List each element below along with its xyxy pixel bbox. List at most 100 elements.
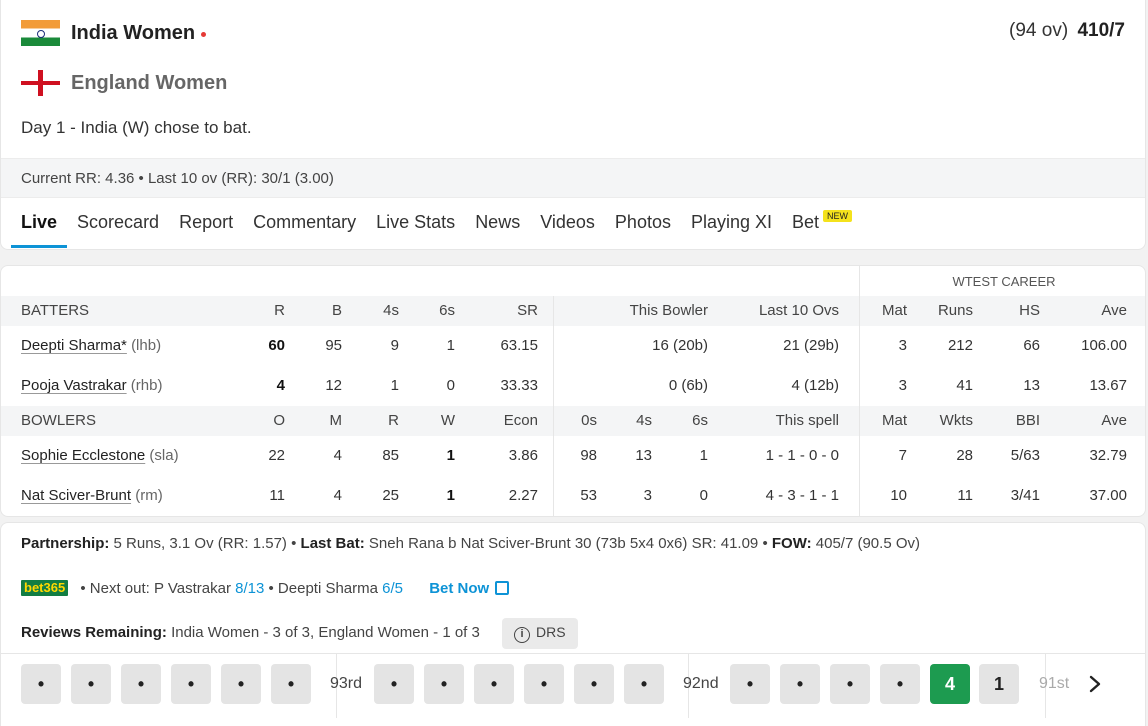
batter-sixes: 0	[446, 377, 455, 394]
tab-label: News	[475, 212, 521, 232]
ball[interactable]: •	[524, 664, 564, 704]
match-tabs: Live Scorecard Report Commentary Live St…	[11, 200, 862, 248]
ball[interactable]: •	[271, 664, 311, 704]
ball[interactable]: •	[730, 664, 770, 704]
batter-mat: 3	[898, 337, 907, 354]
tab-label: Scorecard	[77, 212, 160, 232]
tab-live[interactable]: Live	[11, 200, 68, 248]
reviews-line: Reviews Remaining: India Women - 3 of 3,…	[21, 618, 578, 649]
tab-live-stats[interactable]: Live Stats	[366, 200, 465, 248]
batter-name-link[interactable]: Pooja Vastrakar	[21, 377, 127, 394]
col-bowl-r: R	[388, 412, 399, 429]
batters-header-row: BATTERS R B 4s 6s SR This Bowler Last 10…	[1, 296, 1145, 326]
tab-playing-xi[interactable]: Playing XI	[681, 200, 782, 248]
ball[interactable]: •	[221, 664, 261, 704]
tab-label: Videos	[540, 212, 595, 232]
tab-scorecard[interactable]: Scorecard	[67, 200, 169, 248]
tab-label: Bet	[792, 212, 820, 232]
bowler-econ: 3.86	[508, 447, 538, 464]
batter-ave: 106.00	[1081, 337, 1127, 354]
next-out-odds[interactable]: 8/13	[235, 580, 264, 597]
bowlers-header-row: BOWLERS O M R W Econ 0s 4s 6s This spell…	[1, 406, 1145, 436]
overs-strip: • • • • • • 93rd • • • • • • 92nd • • • …	[1, 653, 1145, 718]
chevron-right-icon[interactable]	[1085, 674, 1105, 694]
tab-bet[interactable]: Bet NEW	[782, 200, 862, 248]
batter-ave: 13.67	[1089, 377, 1127, 394]
ball[interactable]: •	[121, 664, 161, 704]
reviews-label: Reviews Remaining:	[21, 624, 167, 641]
team2-name[interactable]: England Women	[71, 72, 227, 95]
over-label: 91st	[1039, 675, 1070, 692]
ball[interactable]: •	[71, 664, 111, 704]
batter-runs: 60	[268, 337, 285, 354]
ball[interactable]: •	[574, 664, 614, 704]
bowler-runs: 85	[382, 447, 399, 464]
column-divider	[553, 296, 554, 516]
tab-news[interactable]: News	[465, 200, 530, 248]
bowler-name-link[interactable]: Nat Sciver-Brunt	[21, 487, 131, 504]
bowler-name-link[interactable]: Sophie Ecclestone	[21, 447, 145, 464]
bowler-cell: Sophie Ecclestone (sla)	[21, 436, 179, 476]
col-sr: SR	[517, 302, 538, 319]
drs-button[interactable]: i DRS	[502, 618, 578, 649]
next-out-odds[interactable]: 6/5	[382, 580, 403, 597]
ball[interactable]: •	[624, 664, 664, 704]
tab-label: Playing XI	[690, 212, 773, 232]
match-status: Day 1 - India (W) chose to bat.	[21, 118, 252, 137]
bowler-spell: 1 - 1 - 0 - 0	[765, 447, 839, 464]
next-out-mid: • Deepti Sharma	[268, 580, 378, 597]
ball[interactable]: •	[374, 664, 414, 704]
batter-this-bowler: 16 (20b)	[652, 337, 708, 354]
next-out-prefix: • Next out: P Vastrakar	[80, 580, 231, 597]
batter-hs: 13	[1023, 377, 1040, 394]
tab-videos[interactable]: Videos	[530, 200, 605, 248]
bowler-maidens: 4	[333, 487, 342, 504]
bowler-overs: 22	[268, 447, 285, 464]
tab-label: Photos	[614, 212, 671, 232]
bowler-dots: 98	[580, 447, 597, 464]
column-divider	[859, 296, 860, 516]
ball[interactable]: •	[171, 664, 211, 704]
batter-career-runs: 41	[956, 377, 973, 394]
bet365-logo[interactable]: bet365	[21, 580, 69, 596]
team2-row: England Women	[21, 70, 227, 96]
tab-commentary[interactable]: Commentary	[243, 200, 366, 248]
batter-sr: 63.15	[500, 337, 538, 354]
ball[interactable]: •	[830, 664, 870, 704]
ball[interactable]: •	[780, 664, 820, 704]
ball[interactable]: •	[474, 664, 514, 704]
batter-name-link[interactable]: Deepti Sharma*	[21, 337, 127, 354]
batter-balls: 12	[325, 377, 342, 394]
col-b: B	[331, 302, 342, 319]
team1-row: India Women	[21, 20, 207, 46]
partnership-line: Partnership: 5 Runs, 3.1 Ov (RR: 1.57) •…	[21, 535, 920, 552]
bowler-bbi: 5/63	[1010, 447, 1040, 464]
bet-now-link[interactable]: Bet Now	[429, 580, 510, 597]
over-label: 92nd	[683, 675, 719, 692]
ball[interactable]: •	[21, 664, 61, 704]
ball[interactable]: •	[880, 664, 920, 704]
col-wkts: Wkts	[939, 412, 973, 429]
tab-report[interactable]: Report	[169, 200, 243, 248]
last-bat-label: Last Bat:	[300, 535, 365, 552]
run-rate-band: Current RR: 4.36 • Last 10 ov (RR): 30/1…	[1, 158, 1145, 198]
tab-photos[interactable]: Photos	[605, 200, 681, 248]
fow-label: FOW:	[771, 535, 812, 552]
ball[interactable]: 1	[979, 664, 1019, 704]
live-batting-bowling-card: WTEST CAREER BATTERS R B 4s 6s SR This B…	[0, 265, 1146, 517]
batter-last-10: 4 (12b)	[791, 377, 839, 394]
fow-value: 405/7 (90.5 Ov)	[815, 535, 920, 552]
col-4s: 4s	[383, 302, 399, 319]
batter-sixes: 1	[446, 337, 455, 354]
ball-boundary[interactable]: 4	[930, 664, 970, 704]
col-this-bowler: This Bowler	[629, 302, 708, 319]
bowler-ave: 32.79	[1089, 447, 1127, 464]
batter-mat: 3	[898, 377, 907, 394]
team1-name[interactable]: India Women	[71, 22, 195, 45]
ball[interactable]: •	[424, 664, 464, 704]
col-r: R	[274, 302, 285, 319]
next-out-line: bet365 • Next out: P Vastrakar 8/13 • De…	[21, 580, 510, 597]
batter-runs: 4	[276, 377, 285, 394]
reviews-value: India Women - 3 of 3, England Women - 1 …	[171, 624, 480, 641]
batter-sr: 33.33	[500, 377, 538, 394]
